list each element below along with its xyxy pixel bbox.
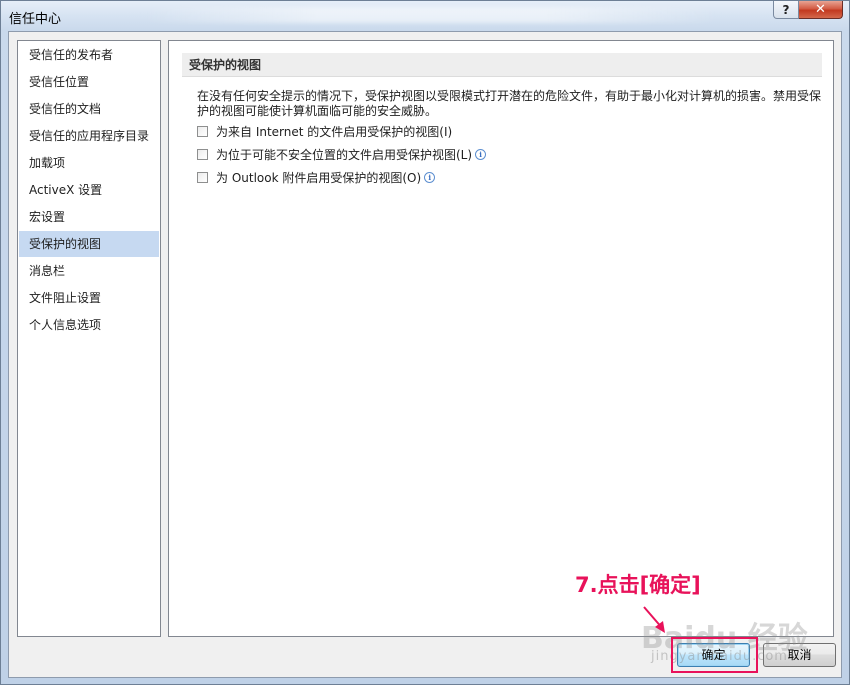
annotation-highlight-box xyxy=(671,637,758,673)
title-bar[interactable]: 信任中心 ? ✕ xyxy=(1,1,849,31)
sidebar-item-file-block-settings[interactable]: 文件阻止设置 xyxy=(19,285,159,311)
title-bar-glow xyxy=(141,7,721,23)
close-button[interactable]: ✕ xyxy=(799,1,843,19)
option-outlook-attachments[interactable]: 为 Outlook 附件启用受保护的视图(O) i xyxy=(197,168,436,186)
option-label: 为位于可能不安全位置的文件启用受保护视图(L) xyxy=(216,147,473,162)
info-icon[interactable]: i xyxy=(424,171,436,183)
annotation-text: 7.点击[确定] xyxy=(575,573,701,597)
option-unsafe-locations[interactable]: 为位于可能不安全位置的文件启用受保护视图(L) i xyxy=(197,145,487,163)
sidebar-item-macro-settings[interactable]: 宏设置 xyxy=(19,204,159,230)
sidebar-item-message-bar[interactable]: 消息栏 xyxy=(19,258,159,284)
dialog-client: 受信任的发布者 受信任位置 受信任的文档 受信任的应用程序目录 加载项 Acti… xyxy=(8,31,842,678)
sidebar-item-trusted-app-catalogs[interactable]: 受信任的应用程序目录 xyxy=(19,123,159,149)
checkbox[interactable] xyxy=(197,148,208,160)
checkbox[interactable] xyxy=(197,125,208,137)
sidebar-item-activex-settings[interactable]: ActiveX 设置 xyxy=(19,177,159,203)
option-label: 为来自 Internet 的文件启用受保护的视图(I) xyxy=(216,124,453,139)
info-icon[interactable]: i xyxy=(475,148,487,160)
annotation-arrow-icon xyxy=(643,606,665,633)
sidebar-item-protected-view[interactable]: 受保护的视图 xyxy=(19,231,159,257)
caption-buttons: ? ✕ xyxy=(773,1,843,20)
checkbox[interactable] xyxy=(197,171,208,183)
option-label: 为 Outlook 附件启用受保护的视图(O) xyxy=(216,170,422,185)
sidebar-nav: 受信任的发布者 受信任位置 受信任的文档 受信任的应用程序目录 加载项 Acti… xyxy=(17,40,161,637)
window-title: 信任中心 xyxy=(9,12,62,27)
sidebar-item-add-ins[interactable]: 加载项 xyxy=(19,150,159,176)
sidebar-item-trusted-documents[interactable]: 受信任的文档 xyxy=(19,96,159,122)
sidebar-item-trusted-locations[interactable]: 受信任位置 xyxy=(19,69,159,95)
option-internet-files[interactable]: 为来自 Internet 的文件启用受保护的视图(I) xyxy=(197,122,452,140)
sidebar-item-trusted-publishers[interactable]: 受信任的发布者 xyxy=(19,42,159,68)
section-title: 受保护的视图 xyxy=(182,53,822,77)
sidebar-item-privacy-options[interactable]: 个人信息选项 xyxy=(19,312,159,338)
section-description: 在没有任何安全提示的情况下，受保护视图以受限模式打开潜在的危险文件，有助于最小化… xyxy=(197,89,822,118)
help-button[interactable]: ? xyxy=(773,1,799,19)
trust-center-window: 信任中心 ? ✕ 受信任的发布者 受信任位置 受信任的文档 受信任的应用程序目录… xyxy=(0,0,850,685)
settings-pane: 受保护的视图 在没有任何安全提示的情况下，受保护视图以受限模式打开潜在的危险文件… xyxy=(168,40,834,637)
